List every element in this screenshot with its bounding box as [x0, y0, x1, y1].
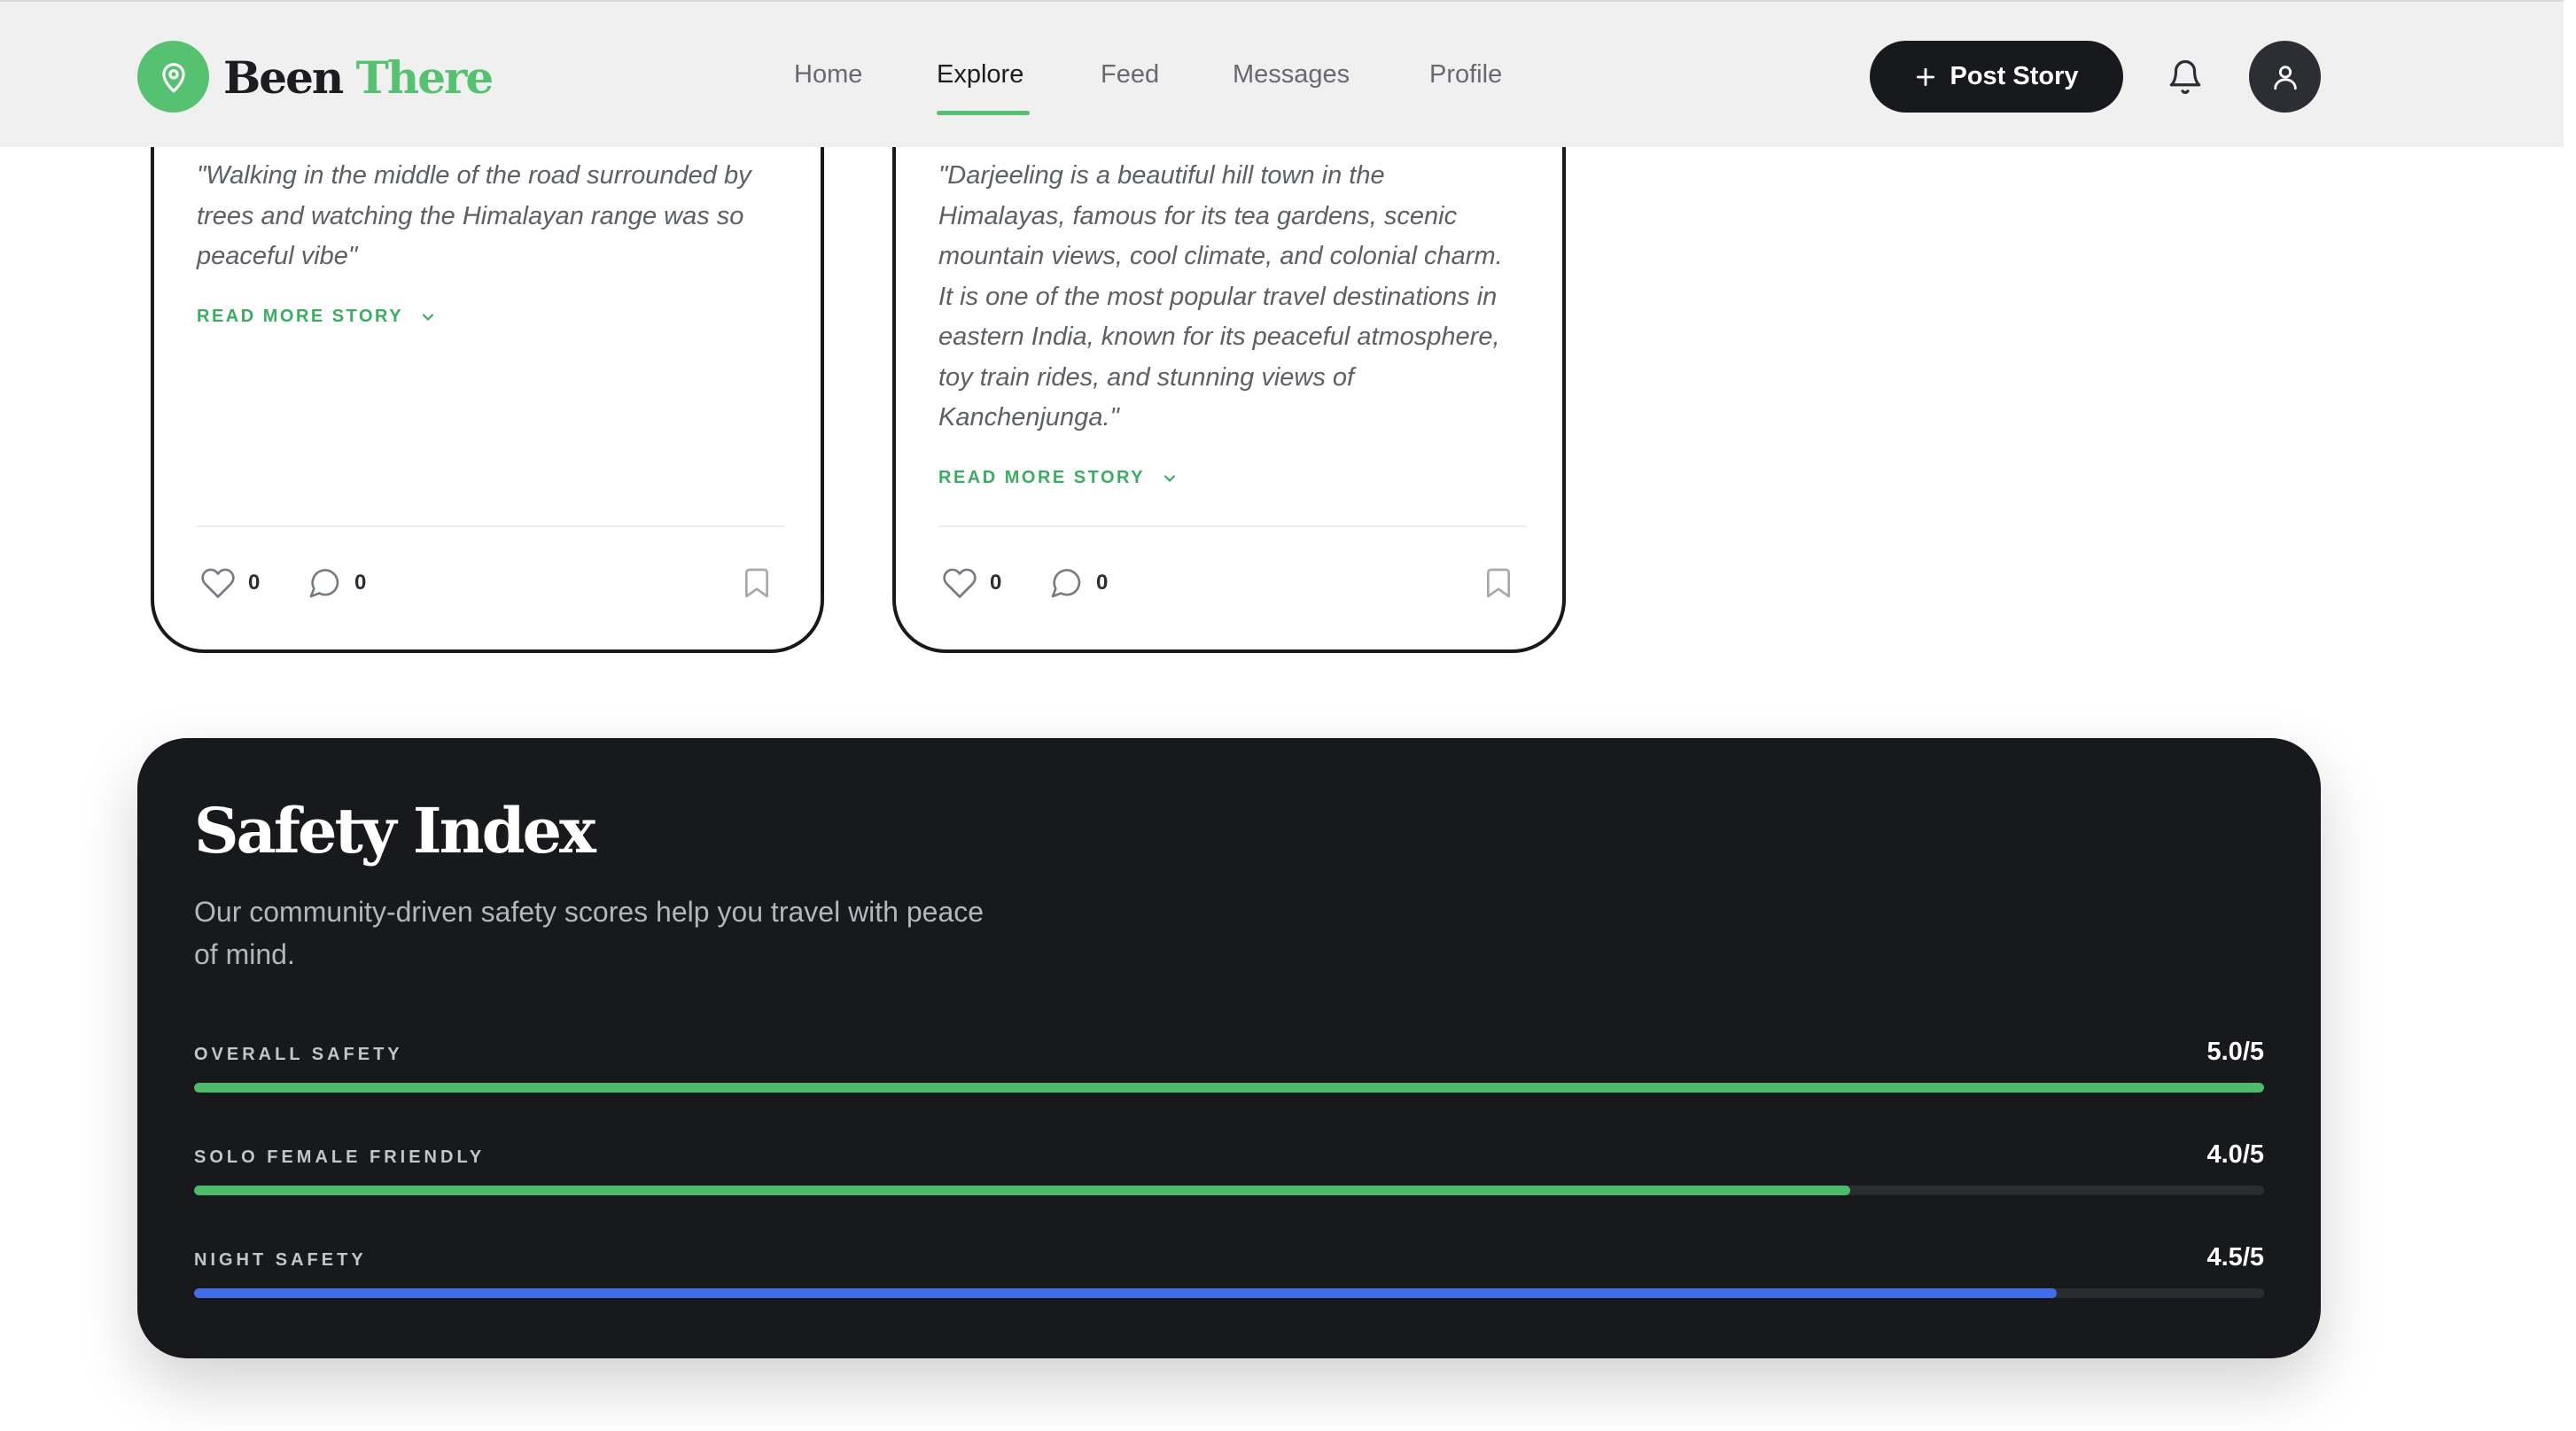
safety-index-panel: Safety Index Our community-driven safety…	[137, 738, 2321, 1358]
night-safety-label: NIGHT SAFETY	[194, 1250, 367, 1270]
chevron-down-icon	[1163, 474, 1176, 482]
story-quote: "Darjeeling is a beautiful hill town in …	[938, 161, 1503, 432]
night-safety-bar	[194, 1288, 2264, 1298]
overall-safety-value: 5.0/5	[2206, 1038, 2265, 1066]
like-button[interactable]: 0	[942, 565, 1001, 601]
card-divider	[938, 525, 1527, 527]
read-more-label: READ MORE STORY	[197, 307, 404, 326]
bookmark-icon[interactable]	[739, 565, 774, 601]
overall-safety-fill	[194, 1083, 2264, 1093]
like-count: 0	[990, 571, 1002, 595]
comment-icon	[1051, 569, 1081, 598]
like-button[interactable]: 0	[200, 565, 260, 601]
nav-link-messages[interactable]: Messages	[1233, 55, 1350, 94]
map-pin-icon	[161, 62, 185, 92]
brand-name[interactable]: Been There	[223, 48, 494, 108]
night-safety-fill	[194, 1288, 2058, 1298]
safety-index-description: Our community-driven safety scores help …	[194, 896, 984, 970]
comment-button[interactable]: 0	[1048, 565, 1108, 601]
brand-logo[interactable]	[137, 41, 209, 113]
top-navbar: Been There Home Explore Feed Messages Pr…	[0, 0, 2564, 147]
brand-name-word1: Been	[223, 51, 344, 104]
solo-female-friendly-bar	[194, 1186, 2264, 1195]
overall-safety-bar	[194, 1083, 2264, 1093]
nav-link-profile[interactable]: Profile	[1429, 55, 1502, 94]
read-more-label: READ MORE STORY	[938, 468, 1146, 487]
overall-safety-label: OVERALL SAFETY	[194, 1045, 403, 1064]
like-count: 0	[248, 571, 261, 595]
story-card[interactable]: "Walking in the middle of the road surro…	[151, 62, 824, 653]
nav-active-indicator	[937, 111, 1030, 115]
comment-count: 0	[1096, 571, 1109, 595]
comment-count: 0	[354, 571, 367, 595]
card-divider	[197, 525, 785, 527]
story-card[interactable]: "Darjeeling is a beautiful hill town in …	[892, 62, 1566, 653]
solo-female-friendly-label: SOLO FEMALE FRIENDLY	[194, 1147, 486, 1167]
post-story-label: Post Story	[1950, 62, 2079, 90]
bell-icon[interactable]	[2167, 57, 2204, 97]
heart-icon	[201, 568, 235, 598]
night-safety-value: 4.5/5	[2206, 1243, 2265, 1272]
chevron-down-icon	[422, 313, 434, 321]
post-story-button[interactable]: Post Story	[1870, 41, 2123, 113]
safety-index-title: Safety Index	[194, 794, 596, 867]
brand-name-word2: There	[355, 51, 494, 104]
read-more-story-link[interactable]: READ MORE STORY	[938, 468, 1179, 488]
plus-icon	[1917, 67, 1935, 86]
solo-female-friendly-value: 4.0/5	[2206, 1140, 2265, 1169]
bookmark-icon[interactable]	[1481, 565, 1516, 601]
nav-link-home[interactable]: Home	[794, 55, 862, 94]
nav-link-explore[interactable]: Explore	[937, 55, 1023, 94]
nav-link-feed[interactable]: Feed	[1101, 55, 1159, 94]
read-more-story-link[interactable]: READ MORE STORY	[197, 307, 437, 327]
comment-icon	[309, 569, 339, 598]
solo-female-friendly-fill	[194, 1186, 1850, 1195]
comment-button[interactable]: 0	[307, 565, 366, 601]
heart-icon	[943, 568, 977, 598]
story-quote: "Walking in the middle of the road surro…	[197, 161, 751, 270]
user-icon	[2273, 65, 2297, 89]
user-avatar-button[interactable]	[2249, 41, 2321, 113]
